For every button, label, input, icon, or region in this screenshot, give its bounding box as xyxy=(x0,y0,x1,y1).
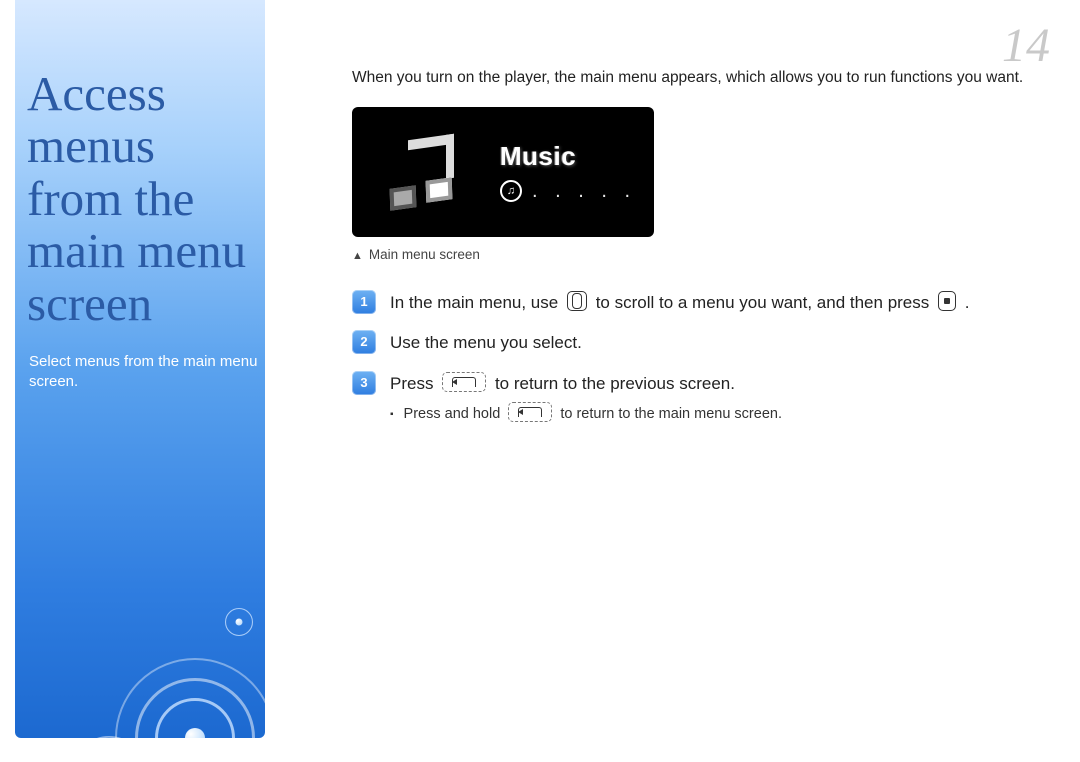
title-line: from the xyxy=(27,173,265,225)
section-subtitle: Select menus from the main menu screen. xyxy=(29,352,265,393)
device-screenshot: Music ♫ . . . . . xyxy=(352,107,654,237)
device-menu-label: Music xyxy=(500,141,636,172)
step-number-badge: 3 xyxy=(352,371,376,395)
music-note-icon xyxy=(382,127,472,217)
step-item: 2 Use the menu you select. xyxy=(352,330,1032,356)
sidebar-panel: Access menus from the main menu screen S… xyxy=(15,0,265,738)
screenshot-caption: Main menu screen xyxy=(352,247,1032,262)
step-item: 1 In the main menu, use to scroll to a m… xyxy=(352,290,1032,316)
step-sub-bullet: Press and hold to return to the main men… xyxy=(390,403,1032,425)
pagination-dots-icon: . . . . . xyxy=(532,180,636,203)
steps-list: 1 In the main menu, use to scroll to a m… xyxy=(352,290,1032,426)
intro-paragraph: When you turn on the player, the main me… xyxy=(352,68,1032,89)
title-line: main menu xyxy=(27,225,265,277)
step-item: 3 Press to return to the previous screen… xyxy=(352,371,1032,397)
title-line: screen xyxy=(27,278,265,330)
scroll-button-icon xyxy=(567,291,587,311)
step-text: Press to return to the previous screen. xyxy=(390,371,1032,397)
step-number-badge: 2 xyxy=(352,330,376,354)
section-title: Access menus from the main menu screen xyxy=(27,68,265,330)
step-text: In the main menu, use to scroll to a men… xyxy=(390,290,1032,316)
back-button-icon xyxy=(508,402,552,422)
step-text: Use the menu you select. xyxy=(390,330,1032,356)
headphone-disc-icon: ♫ xyxy=(500,180,522,202)
select-button-icon xyxy=(938,291,956,311)
title-line: Access menus xyxy=(27,68,265,173)
back-button-icon xyxy=(442,372,486,392)
step-number-badge: 1 xyxy=(352,290,376,314)
content-area: When you turn on the player, the main me… xyxy=(352,68,1032,425)
page-number: 14 xyxy=(1002,18,1050,73)
